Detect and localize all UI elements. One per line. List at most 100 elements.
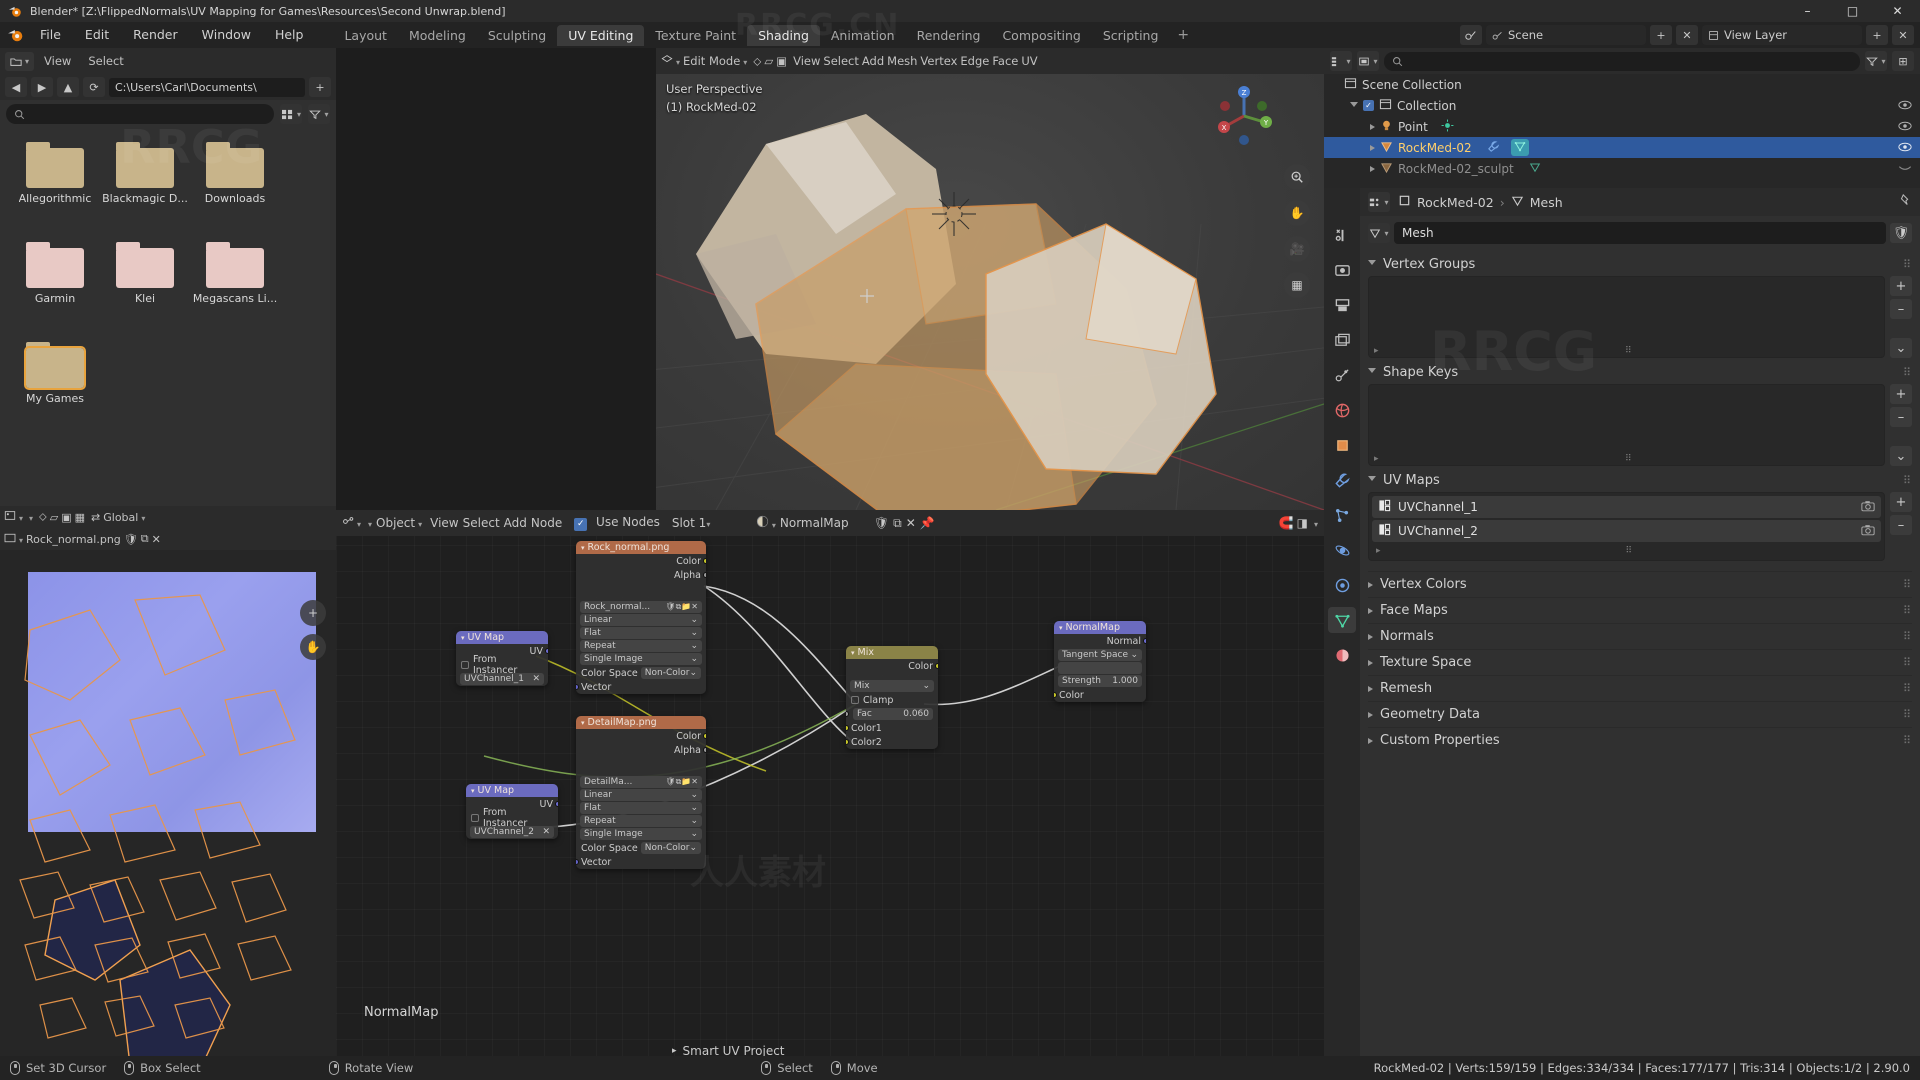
node-colorspace-row[interactable]: Color Space Non-Color⌄	[576, 666, 706, 680]
path-field[interactable]: C:\Users\Carl\Documents\	[109, 78, 305, 97]
section-header[interactable]: Shape Keys ⠿	[1368, 360, 1912, 384]
uv-browse-image-icon[interactable]: ▾	[4, 533, 23, 546]
remove-viewlayer-button[interactable]: ✕	[1892, 25, 1914, 45]
node-colorspace-dropdown[interactable]: Non-Color⌄	[641, 667, 701, 679]
viewport-menu-view[interactable]: View	[793, 54, 820, 68]
camera-icon[interactable]: 🎥	[1284, 236, 1310, 262]
chevron-down-icon[interactable]	[1368, 368, 1376, 376]
socket-color-out[interactable]	[935, 663, 938, 669]
viewport-menu-select[interactable]: Select	[823, 54, 858, 68]
modifier-icon[interactable]	[1487, 140, 1500, 156]
drag-dots-icon[interactable]: ⠿	[1903, 604, 1912, 617]
uv-pivot-selector[interactable]: Global▾	[103, 511, 145, 524]
file-item[interactable]: Blackmagic D...	[100, 142, 190, 242]
node-image-texture-detailmap[interactable]: ▾ DetailMap.png Color Alpha DetailMa... …	[576, 716, 706, 869]
menu-help[interactable]: Help	[263, 22, 316, 48]
use-nodes-checkbox[interactable]: ✓	[574, 518, 587, 531]
outliner-row-collection[interactable]: ✓ Collection	[1324, 95, 1920, 116]
close-button[interactable]: ✕	[1875, 0, 1920, 22]
node-image-field[interactable]: Rock_normal... 🛡⧉📁✕	[580, 601, 702, 613]
socket-fac-in[interactable]	[846, 711, 849, 717]
section-header[interactable]: Vertex Groups ⠿	[1368, 252, 1912, 276]
uv-mode-selector[interactable]: ▾	[26, 511, 33, 524]
editor-type-icon[interactable]: ▾	[5, 52, 34, 71]
node-fac-slider[interactable]: Fac 0.060	[853, 708, 933, 720]
tab-rendering[interactable]: Rendering	[906, 25, 992, 46]
chevron-right-icon[interactable]	[1370, 166, 1375, 172]
socket-color2-in[interactable]	[846, 739, 849, 745]
chevron-right-icon[interactable]	[1370, 145, 1375, 151]
output-tab[interactable]	[1328, 292, 1356, 318]
chevron-right-icon[interactable]	[1368, 686, 1373, 692]
menu-file[interactable]: File	[28, 22, 73, 48]
camera-icon[interactable]	[1861, 500, 1875, 515]
file-item[interactable]: Garmin	[10, 242, 100, 342]
node-input-color1[interactable]: Color1	[846, 721, 938, 735]
snap-toggle-icon[interactable]: 🧲	[1279, 516, 1294, 530]
light-data-icon[interactable]	[1441, 119, 1454, 135]
node-output-alpha[interactable]: Alpha	[576, 743, 706, 757]
section-geometry-data[interactable]: Geometry Data ⠿	[1368, 701, 1912, 727]
file-item[interactable]: Megascans Li...	[190, 242, 280, 342]
scene-selector[interactable]: Scene	[1486, 25, 1646, 45]
node-colorspace-dropdown[interactable]: Non-Color⌄	[641, 842, 701, 854]
tab-shading[interactable]: Shading	[747, 25, 820, 46]
material-pin-icon[interactable]: 📌	[920, 516, 935, 530]
drag-dots-icon[interactable]: ⠿	[1903, 474, 1912, 487]
section-remesh[interactable]: Remesh ⠿	[1368, 675, 1912, 701]
outliner-editor-type-icon[interactable]: ▾	[1330, 51, 1352, 71]
chevron-right-icon[interactable]	[1368, 660, 1373, 666]
node-strength-slider[interactable]: Strength 1.000	[1058, 675, 1142, 687]
grid-display-icon[interactable]: ▾	[280, 104, 302, 124]
shader-editor-type-icon[interactable]: ▾	[342, 516, 361, 530]
viewport-canvas[interactable]: User Perspective (1) RockMed-02	[656, 74, 1324, 510]
vertex-group-specials-button[interactable]: ⌄	[1890, 338, 1912, 358]
node-output-alpha[interactable]: Alpha	[576, 568, 706, 582]
node-interpolation-dropdown[interactable]: Linear⌄	[580, 614, 702, 626]
node-image-field[interactable]: DetailMa... 🛡⧉📁✕	[580, 776, 702, 788]
shader-menu-select[interactable]: Select	[463, 516, 500, 530]
node-uvmap-field[interactable]	[1058, 662, 1142, 674]
shape-key-specials-button[interactable]: ⌄	[1890, 446, 1912, 466]
add-uv-map-button[interactable]: +	[1890, 492, 1912, 512]
node-source-dropdown[interactable]: Single Image⌄	[580, 828, 702, 840]
socket-color-in[interactable]	[1054, 692, 1057, 698]
viewport-menu-add[interactable]: Add	[862, 54, 884, 68]
node-extension-dropdown[interactable]: Repeat⌄	[580, 640, 702, 652]
shape-keys-list[interactable]: ▸⠿ + – ⌄	[1368, 384, 1912, 466]
material-fake-user-icon[interactable]: 🛡	[874, 516, 889, 530]
node-output-color[interactable]: Color	[576, 729, 706, 743]
breadcrumb-data-name[interactable]: Mesh	[1530, 195, 1563, 210]
vertex-select-icon[interactable]: ⬦	[753, 54, 761, 69]
node-fac-row[interactable]: Fac 0.060	[846, 707, 938, 721]
node-interpolation-dropdown[interactable]: Linear⌄	[580, 789, 702, 801]
node-input-color2[interactable]: Color2	[846, 735, 938, 749]
node-projection-dropdown[interactable]: Flat⌄	[580, 627, 702, 639]
uv-new-image-button[interactable]: ⧉	[141, 532, 149, 546]
section-texture-space[interactable]: Texture Space ⠿	[1368, 649, 1912, 675]
world-tab[interactable]	[1328, 397, 1356, 423]
outliner-row-rockmed-02[interactable]: RockMed-02	[1324, 137, 1920, 158]
node-from-instancer-row[interactable]: From Instancer	[456, 658, 548, 672]
socket-alpha-out[interactable]	[703, 747, 706, 753]
visibility-eye-icon[interactable]	[1898, 120, 1912, 134]
drag-dots-icon[interactable]: ⠿	[1903, 258, 1912, 271]
hand-icon[interactable]: ✋	[1284, 200, 1310, 226]
add-shape-key-button[interactable]: +	[1890, 384, 1912, 404]
object-tab[interactable]	[1328, 432, 1356, 458]
drag-dots-icon[interactable]: ⠿	[1903, 578, 1912, 591]
node-colorspace-row[interactable]: Color Space Non-Color⌄	[576, 841, 706, 855]
file-item[interactable]: Klei	[100, 242, 190, 342]
mesh-data-icon[interactable]	[1511, 139, 1529, 156]
drag-dots-icon[interactable]: ⠿	[1903, 630, 1912, 643]
add-vertex-group-button[interactable]: +	[1890, 276, 1912, 296]
remove-uv-map-button[interactable]: –	[1890, 515, 1912, 535]
slot-selector[interactable]: Slot 1▾	[672, 516, 752, 530]
viewlayer-tab[interactable]	[1328, 327, 1356, 353]
node-from-instancer-row[interactable]: From Instancer	[466, 811, 558, 825]
viewport-menu-uv[interactable]: UV	[1021, 54, 1037, 68]
socket-normal-out[interactable]	[1143, 638, 1146, 644]
material-unlink-button[interactable]: ✕	[906, 516, 916, 530]
from-instancer-checkbox[interactable]	[461, 661, 469, 669]
uv-maps-listbox[interactable]: UVChannel_1 UVChannel_2	[1368, 492, 1885, 561]
